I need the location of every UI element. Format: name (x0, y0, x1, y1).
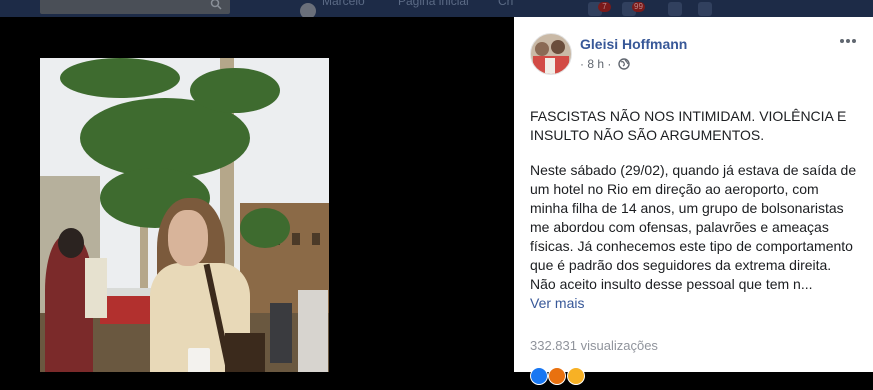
avatar-figure (551, 40, 565, 54)
nav-home-link[interactable]: Página inicial (398, 0, 469, 8)
author-avatar[interactable] (530, 33, 572, 75)
avatar-figure (535, 42, 549, 56)
video-player[interactable] (40, 58, 329, 372)
video-person (270, 303, 292, 363)
building-window (312, 233, 320, 245)
more-options-icon[interactable] (839, 38, 857, 44)
help-icon[interactable] (698, 2, 712, 16)
video-bag (225, 333, 265, 372)
angry-reaction-icon[interactable] (548, 367, 567, 385)
notifications-badge: 99 (632, 2, 645, 12)
search-icon[interactable] (210, 0, 222, 10)
post-headline: FASCISTAS NÃO NOS INTIMIDAM. VIOLÊNCIA E… (530, 108, 847, 143)
meta-separator: · (580, 57, 584, 71)
author-name[interactable]: Gleisi Hoffmann (580, 36, 687, 52)
video-woman-face (168, 210, 208, 266)
video-person (85, 258, 107, 318)
facebook-top-bar: Marcelo Página inicial Cri 7 99 (0, 0, 873, 17)
see-more-link[interactable]: Ver mais (530, 295, 584, 311)
globe-icon[interactable] (618, 58, 630, 70)
reaction-icons[interactable] (530, 367, 585, 385)
nav-profile-link[interactable]: Marcelo (322, 0, 365, 8)
profile-avatar[interactable] (300, 3, 316, 17)
post-body: Neste sábado (29/02), quando já estava d… (530, 162, 857, 292)
friend-requests-badge: 7 (598, 2, 611, 12)
nav-find-link[interactable]: Cri (498, 0, 513, 8)
video-person-head (58, 228, 84, 258)
post-text: FASCISTAS NÃO NOS INTIMIDAM. VIOLÊNCIA E… (530, 107, 860, 313)
post-body-paragraph: Neste sábado (29/02), quando já estava d… (530, 161, 860, 313)
notifications-icon[interactable] (668, 2, 682, 16)
video-cup (188, 348, 210, 372)
post-meta: · 8 h · (580, 57, 630, 71)
post-timestamp[interactable]: 8 h (587, 57, 604, 71)
palm-frond (240, 208, 290, 248)
view-count: 332.831 visualizações (530, 338, 658, 353)
video-pole (298, 290, 328, 372)
post-panel: Gleisi Hoffmann · 8 h · FASCISTAS NÃO NO… (514, 17, 873, 385)
haha-reaction-icon[interactable] (566, 367, 585, 385)
palm-frond (190, 68, 280, 113)
search-bar[interactable] (40, 0, 230, 14)
building-window (292, 233, 300, 245)
avatar-figure (545, 58, 555, 74)
like-reaction-icon[interactable] (530, 367, 548, 385)
palm-frond (60, 58, 180, 98)
meta-separator: · (607, 57, 612, 71)
